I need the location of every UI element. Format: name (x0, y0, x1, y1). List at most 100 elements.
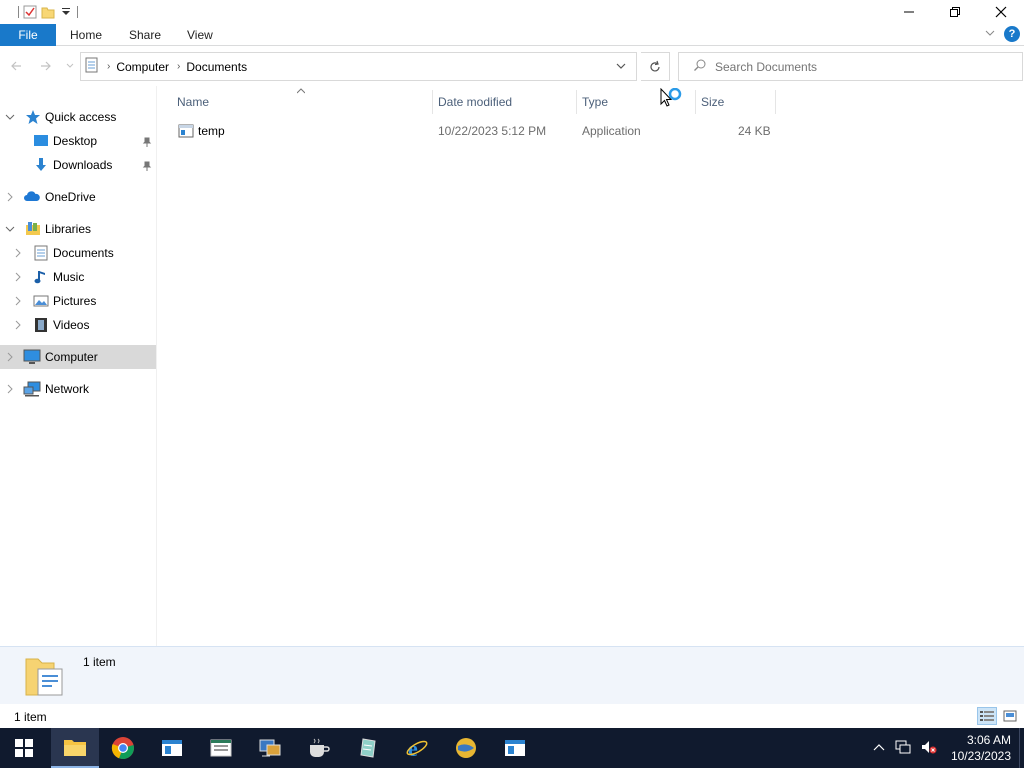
address-bar[interactable]: › Computer › Documents (80, 52, 637, 81)
nav-item-pictures[interactable]: Pictures (0, 289, 156, 313)
computer-icon (23, 349, 41, 365)
nav-label: Quick access (45, 110, 117, 124)
documents-icon (33, 245, 49, 261)
collapsed-chevron-icon[interactable] (5, 384, 15, 394)
taskbar-coffee-app[interactable] (295, 728, 343, 768)
restore-button[interactable] (932, 0, 978, 24)
tab-file[interactable]: File (0, 24, 56, 46)
nav-item-downloads[interactable]: Downloads (0, 153, 156, 177)
taskbar-notepad-app[interactable] (344, 728, 392, 768)
separator (77, 6, 78, 18)
separator (18, 6, 19, 18)
taskbar-app-window[interactable] (148, 728, 196, 768)
breadcrumb-chevron-icon[interactable]: › (107, 61, 110, 72)
taskbar-chrome[interactable] (99, 728, 147, 768)
column-divider[interactable] (432, 90, 433, 114)
download-icon (33, 157, 49, 173)
new-folder-icon[interactable] (41, 5, 55, 19)
start-button[interactable] (0, 728, 48, 768)
collapsed-chevron-icon[interactable] (13, 320, 23, 330)
customize-dropdown-icon[interactable] (59, 5, 73, 19)
taskbar-app-window-3[interactable] (491, 728, 539, 768)
nav-label: OneDrive (45, 190, 96, 204)
collapsed-chevron-icon[interactable] (5, 352, 15, 362)
nav-item-videos[interactable]: Videos (0, 313, 156, 337)
search-box[interactable] (678, 52, 1023, 81)
sort-ascending-icon (296, 87, 306, 96)
breadcrumb-chevron-icon[interactable]: › (177, 61, 180, 72)
back-button[interactable] (8, 58, 24, 74)
tab-view[interactable]: View (187, 24, 213, 46)
show-hidden-icons-chevron-icon[interactable] (873, 741, 885, 755)
taskbar-internet-explorer[interactable]: e (393, 728, 441, 768)
nav-item-onedrive[interactable]: OneDrive (0, 185, 156, 209)
music-icon (33, 269, 49, 285)
column-header-size[interactable]: Size (701, 94, 724, 110)
file-type: Application (582, 124, 641, 138)
forward-button[interactable] (38, 58, 54, 74)
tab-share[interactable]: Share (129, 24, 161, 46)
system-tray: 3:06 AM 10/23/2023 (873, 728, 1024, 768)
close-button[interactable] (978, 0, 1024, 24)
clock-time: 3:06 AM (966, 733, 1011, 747)
pin-icon[interactable] (142, 136, 152, 147)
nav-item-libraries[interactable]: Libraries (0, 217, 156, 241)
search-input[interactable] (715, 59, 1015, 74)
breadcrumb-computer[interactable]: Computer (116, 60, 169, 74)
network-status-icon[interactable] (895, 740, 911, 757)
column-divider[interactable] (576, 90, 577, 114)
address-row: › Computer › Documents (0, 50, 1024, 82)
pane-divider[interactable] (156, 86, 157, 646)
cloud-icon (23, 189, 40, 205)
nav-item-music[interactable]: Music (0, 265, 156, 289)
libraries-icon (25, 221, 41, 237)
column-header-type[interactable]: Type (582, 94, 608, 110)
show-desktop-button[interactable] (1019, 728, 1024, 768)
collapsed-chevron-icon[interactable] (13, 272, 23, 282)
minimize-button[interactable] (886, 0, 932, 24)
nav-label: Libraries (45, 222, 92, 236)
tab-home[interactable]: Home (70, 24, 102, 46)
nav-item-network[interactable]: Network (0, 377, 156, 401)
pin-icon[interactable] (142, 160, 152, 171)
breadcrumb-documents[interactable]: Documents (186, 60, 247, 74)
file-row[interactable]: temp 10/22/2023 5:12 PM Application 24 K… (172, 122, 772, 142)
refresh-button[interactable] (641, 52, 670, 81)
mouse-cursor (660, 87, 684, 112)
column-header-date[interactable]: Date modified (438, 94, 512, 110)
nav-item-desktop[interactable]: Desktop (0, 129, 156, 153)
taskbar-app-window-2[interactable] (197, 728, 245, 768)
expanded-chevron-icon[interactable] (5, 112, 15, 122)
collapsed-chevron-icon[interactable] (13, 296, 23, 306)
column-divider[interactable] (775, 90, 776, 114)
column-divider[interactable] (695, 90, 696, 114)
navigation-pane: Quick access Desktop Downloads OneDrive (0, 86, 156, 646)
expand-ribbon-icon[interactable] (984, 27, 996, 42)
nav-item-documents[interactable]: Documents (0, 241, 156, 265)
taskbar-file-explorer[interactable] (51, 728, 99, 768)
nav-label: Desktop (53, 134, 98, 148)
file-name: temp (198, 124, 225, 138)
nav-item-computer[interactable]: Computer (0, 345, 156, 369)
status-bar: 1 item (0, 704, 1024, 728)
pictures-icon (33, 293, 49, 309)
clock[interactable]: 3:06 AM 10/23/2023 (951, 732, 1011, 764)
expanded-chevron-icon[interactable] (5, 224, 15, 234)
clock-date: 10/23/2023 (950, 749, 1011, 763)
file-list: Name Date modified Type Size temp 10/22/… (160, 86, 1024, 646)
nav-item-quick-access[interactable]: Quick access (0, 105, 156, 129)
application-icon (178, 123, 194, 142)
column-header-name[interactable]: Name (177, 94, 209, 110)
taskbar-network-app[interactable] (246, 728, 294, 768)
taskbar-globe-app[interactable] (442, 728, 490, 768)
properties-icon[interactable] (23, 5, 37, 19)
details-view-button[interactable] (977, 707, 997, 725)
address-dropdown-icon[interactable] (614, 59, 628, 73)
help-icon[interactable]: ? (1004, 26, 1020, 42)
nav-label: Downloads (53, 158, 113, 172)
volume-muted-icon[interactable] (921, 740, 937, 757)
collapsed-chevron-icon[interactable] (13, 248, 23, 258)
collapsed-chevron-icon[interactable] (5, 192, 15, 202)
recent-locations-button[interactable] (62, 58, 78, 74)
large-icons-view-button[interactable] (1000, 707, 1020, 725)
